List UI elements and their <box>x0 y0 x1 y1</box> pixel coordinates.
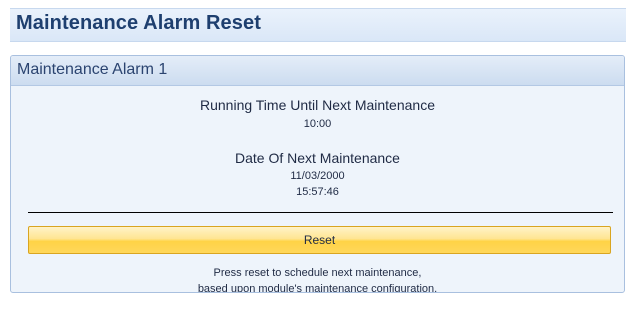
hint-text-line-1: Press reset to schedule next maintenance… <box>213 267 422 279</box>
maintenance-alarm-panel: Maintenance Alarm 1 Running Time Until N… <box>10 55 625 293</box>
page-title: Maintenance Alarm Reset <box>16 12 261 34</box>
next-maintenance-date-label: Date Of Next Maintenance <box>235 150 400 166</box>
panel-title: Maintenance Alarm 1 <box>17 61 168 78</box>
next-maintenance-date-value: 11/03/2000 <box>290 170 345 182</box>
next-maintenance-time-value: 15:57:46 <box>296 186 339 198</box>
running-time-value: 10:00 <box>303 118 332 130</box>
reset-button[interactable]: Reset <box>28 226 611 254</box>
running-time-label: Running Time Until Next Maintenance <box>199 97 435 113</box>
divider <box>28 212 613 213</box>
panel-header: Maintenance Alarm 1 <box>11 56 624 86</box>
page-title-bar: Maintenance Alarm Reset <box>10 8 626 42</box>
reset-button-label: Reset <box>303 233 336 247</box>
hint-text-line-2: based upon module's maintenance configur… <box>197 283 438 293</box>
maintenance-alarm-page: Maintenance Alarm Reset Maintenance Alar… <box>0 0 627 318</box>
